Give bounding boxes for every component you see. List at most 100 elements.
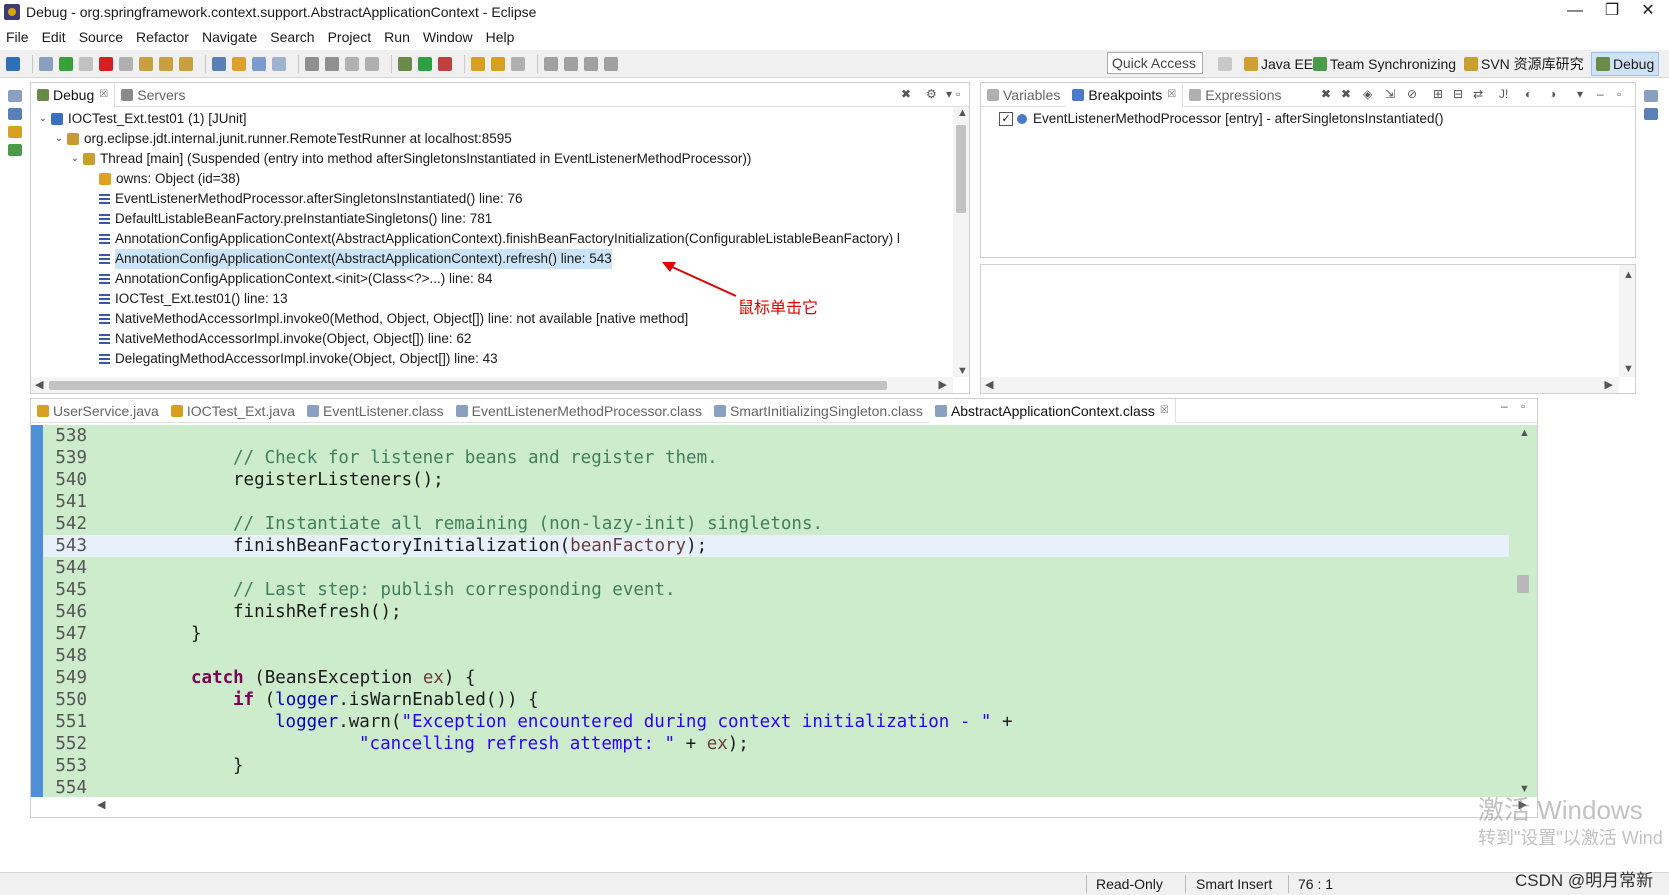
breakpoint-gutter[interactable] xyxy=(31,425,43,797)
code-text: } xyxy=(191,624,202,644)
code-line[interactable]: 542 // Instantiate all remaining (non-laz… xyxy=(43,513,1509,535)
breakpoint-icon xyxy=(1072,88,1085,101)
editor-tab[interactable]: UserService.java xyxy=(31,399,165,423)
class-file-icon xyxy=(713,404,726,417)
scrollbar-thumb[interactable] xyxy=(1517,575,1529,593)
close-icon[interactable]: ☒ xyxy=(1167,89,1176,100)
scroll-left-icon[interactable]: ◀ xyxy=(985,378,993,391)
editor-horizontal-scrollbar[interactable]: ◀ ▶ xyxy=(43,797,1537,813)
code-area[interactable]: 538 539 // Check for listener beans and re… xyxy=(43,425,1509,797)
link-with-debug-icon[interactable]: ⇄ xyxy=(1473,87,1483,101)
class-file-icon xyxy=(934,404,947,417)
breakpoint-label: EventListenerMethodProcessor [entry] - a… xyxy=(1033,111,1444,126)
code-line[interactable]: 553} xyxy=(43,755,1509,777)
code-editor: UserService.java IOCTest_Ext.java EventLis… xyxy=(30,398,1538,818)
scroll-down-icon[interactable]: ▼ xyxy=(1623,363,1634,375)
line-number: 551 xyxy=(55,712,87,732)
csdn-watermark: CSDN @明月常新 xyxy=(1515,871,1654,890)
code-text: // Check for listener beans and register… xyxy=(233,448,718,468)
expressions-icon xyxy=(1189,88,1202,101)
export-breakpoints-icon[interactable]: ◑ xyxy=(1549,87,1556,101)
skip-all-icon[interactable]: ⊘ xyxy=(1407,87,1417,101)
code-text: "cancelling refresh attempt: " + ex); xyxy=(359,734,749,754)
editor-tabs: UserService.java IOCTest_Ext.java EventLis… xyxy=(31,398,1537,423)
detail-horizontal-scrollbar[interactable]: ◀ ▶ xyxy=(981,377,1619,393)
tab-breakpoints-label: Breakpoints xyxy=(1088,86,1163,103)
tab-expressions[interactable]: Expressions xyxy=(1183,83,1287,107)
code-line[interactable]: 552 "cancelling refresh attempt: " + ex); xyxy=(43,733,1509,755)
code-text: if (logger.isWarnEnabled()) { xyxy=(233,690,539,710)
scroll-up-icon[interactable]: ▲ xyxy=(1623,269,1634,281)
breakpoint-detail-pane[interactable]: ▲ ▼ ◀ ▶ xyxy=(980,264,1636,394)
editor-vertical-scrollbar[interactable]: ▲ ▼ xyxy=(1509,425,1537,797)
line-number: 545 xyxy=(55,580,87,600)
code-line[interactable]: 545 // Last step: publish corresponding e… xyxy=(43,579,1509,601)
add-exception-breakpoint-icon[interactable]: J! xyxy=(1499,87,1508,101)
maximize-view-icon[interactable]: ▫ xyxy=(1617,87,1621,101)
breakpoint-checkbox[interactable]: ✓ xyxy=(999,111,1013,126)
minimize-view-icon[interactable]: – xyxy=(1597,87,1604,101)
code-line[interactable]: 547} xyxy=(43,623,1509,645)
line-number: 553 xyxy=(55,756,87,776)
code-text: finishRefresh(); xyxy=(233,602,402,622)
remove-all-breakpoints-icon[interactable]: ✖ xyxy=(1341,87,1351,101)
code-line[interactable]: 539 // Check for listener beans and regis… xyxy=(43,447,1509,469)
editor-tab[interactable]: AbstractApplicationContext.class ☒ xyxy=(928,398,1176,423)
status-divider xyxy=(1185,875,1186,893)
go-to-file-icon[interactable]: ⇲ xyxy=(1385,87,1395,101)
expand-all-icon[interactable]: ⊞ xyxy=(1433,87,1443,101)
status-readonly: Read-Only xyxy=(1096,876,1163,892)
editor-tab[interactable]: EventListener.class xyxy=(301,399,450,423)
collapse-all-icon[interactable]: ⊟ xyxy=(1453,87,1463,101)
editor-tab-label: EventListener.class xyxy=(322,402,444,419)
code-line[interactable]: 540 registerListeners(); xyxy=(43,469,1509,491)
status-cursor-position: 76 : 1 xyxy=(1298,876,1334,892)
import-breakpoints-icon[interactable]: ◐ xyxy=(1525,87,1532,101)
tab-breakpoints[interactable]: Breakpoints ☒ xyxy=(1066,82,1184,107)
editor-tab[interactable]: SmartInitializingSingleton.class xyxy=(708,399,929,423)
class-file-icon xyxy=(306,404,319,417)
scroll-left-icon[interactable]: ◀ xyxy=(97,798,105,811)
line-number: 547 xyxy=(55,624,87,644)
show-supported-icon[interactable]: ◈ xyxy=(1363,87,1372,101)
editor-tab-label: IOCTest_Ext.java xyxy=(186,402,295,419)
remove-breakpoint-icon[interactable]: ✖ xyxy=(1321,87,1331,101)
code-text: registerListeners(); xyxy=(233,470,444,490)
code-line[interactable]: 541 xyxy=(43,491,1509,513)
code-line[interactable]: 538 xyxy=(43,425,1509,447)
tab-variables[interactable]: Variables xyxy=(981,83,1066,107)
scroll-up-icon[interactable]: ▲ xyxy=(1519,427,1530,439)
code-line[interactable]: 546 finishRefresh(); xyxy=(43,601,1509,623)
line-number: 546 xyxy=(55,602,87,622)
code-text: finishBeanFactoryInitialization(beanFact… xyxy=(233,536,708,556)
annotation-text: 鼠标单击它 xyxy=(738,298,819,317)
view-menu-icon[interactable]: ▾ xyxy=(1577,87,1583,101)
editor-tab[interactable]: IOCTest_Ext.java xyxy=(165,399,301,423)
line-number: 539 xyxy=(55,448,87,468)
code-line[interactable]: 543 finishBeanFactoryInitialization(beanF… xyxy=(43,535,1509,557)
minimize-editor-icon[interactable]: – xyxy=(1501,399,1508,413)
code-line[interactable]: 554 xyxy=(43,777,1509,797)
editor-tab[interactable]: EventListenerMethodProcessor.class xyxy=(450,399,708,423)
tab-expressions-label: Expressions xyxy=(1205,86,1282,103)
code-text: catch (BeansException ex) { xyxy=(191,668,476,688)
line-number: 548 xyxy=(55,646,87,666)
scroll-right-icon[interactable]: ▶ xyxy=(1605,378,1613,391)
code-text: // Instantiate all remaining (non-lazy-i… xyxy=(233,514,824,534)
maximize-editor-icon[interactable]: ▫ xyxy=(1521,399,1525,413)
code-line[interactable]: 549 catch (BeansException ex) { xyxy=(43,667,1509,689)
code-line[interactable]: 551 logger.warn("Exception encountered du… xyxy=(43,711,1509,733)
tab-variables-label: Variables xyxy=(1003,86,1061,103)
annotation-arrow-1 xyxy=(669,265,737,297)
code-line[interactable]: 548 xyxy=(43,645,1509,667)
breakpoint-row[interactable]: ✓ EventListenerMethodProcessor [entry] -… xyxy=(999,111,1443,126)
editor-tab-label: AbstractApplicationContext.class xyxy=(950,402,1155,419)
line-number: 538 xyxy=(55,426,87,446)
close-icon[interactable]: ☒ xyxy=(1160,405,1169,416)
code-line[interactable]: 550 if (logger.isWarnEnabled()) { xyxy=(43,689,1509,711)
code-line[interactable]: 544 xyxy=(43,557,1509,579)
windows-activation-subtext: 转到"设置"以激活 Wind xyxy=(1478,828,1663,848)
editor-tab-label: UserService.java xyxy=(53,402,159,419)
detail-vertical-scrollbar[interactable]: ▲ ▼ xyxy=(1619,265,1635,377)
breakpoint-entry-icon xyxy=(1017,113,1027,124)
